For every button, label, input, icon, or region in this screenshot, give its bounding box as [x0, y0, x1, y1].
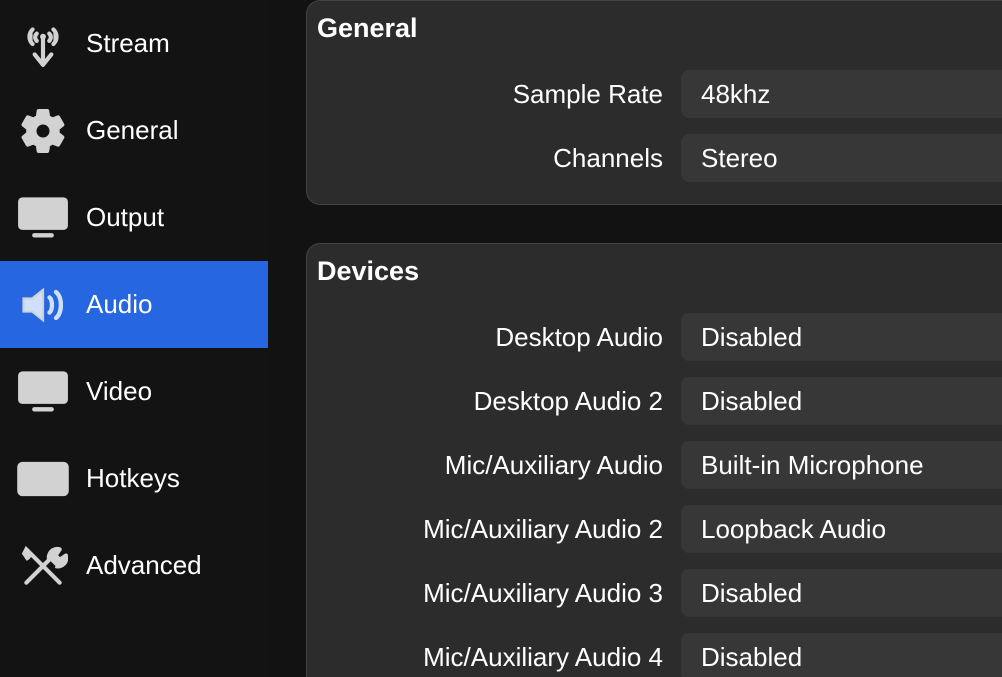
field-label-desktop-audio-2: Desktop Audio 2: [307, 386, 681, 417]
field-row: Mic/Auxiliary Audio 3 Disabled: [307, 561, 1002, 625]
field-row: Mic/Auxiliary Audio 4 Disabled: [307, 625, 1002, 677]
sidebar-item-label: Audio: [86, 289, 153, 320]
sidebar-item-advanced[interactable]: Advanced: [0, 522, 268, 609]
field-label-mic-aux-audio-3: Mic/Auxiliary Audio 3: [307, 578, 681, 609]
main-panel: General Sample Rate 48khz Channels Stere…: [268, 0, 1002, 677]
section-general: General Sample Rate 48khz Channels Stere…: [306, 0, 1002, 205]
section-devices: Devices Desktop Audio Disabled Desktop A…: [306, 243, 1002, 677]
sidebar-item-general[interactable]: General: [0, 87, 268, 174]
sidebar-item-label: Hotkeys: [86, 463, 180, 494]
field-row: Desktop Audio 2 Disabled: [307, 369, 1002, 433]
field-label-channels: Channels: [307, 143, 681, 174]
tools-icon: [8, 541, 78, 591]
audio-icon: [8, 282, 78, 328]
keyboard-icon: [8, 460, 78, 498]
sidebar-item-label: Video: [86, 376, 152, 407]
field-label-mic-aux-audio-2: Mic/Auxiliary Audio 2: [307, 514, 681, 545]
sidebar: Stream General Output A: [0, 0, 268, 677]
sample-rate-select[interactable]: 48khz: [681, 70, 1002, 118]
sidebar-item-audio[interactable]: Audio: [0, 261, 268, 348]
field-label-mic-aux-audio-4: Mic/Auxiliary Audio 4: [307, 642, 681, 673]
mic-aux-audio-3-select[interactable]: Disabled: [681, 569, 1002, 617]
sidebar-item-label: Output: [86, 202, 164, 233]
mic-aux-audio-2-select[interactable]: Loopback Audio: [681, 505, 1002, 553]
mic-aux-audio-4-select[interactable]: Disabled: [681, 633, 1002, 677]
sidebar-item-label: General: [86, 115, 179, 146]
desktop-audio-select[interactable]: Disabled: [681, 313, 1002, 361]
gear-icon: [8, 105, 78, 157]
sidebar-item-label: Stream: [86, 28, 170, 59]
section-title: Devices: [307, 252, 1002, 305]
section-title: General: [307, 9, 1002, 62]
output-icon: [8, 195, 78, 241]
stream-icon: [8, 19, 78, 69]
sidebar-item-video[interactable]: Video: [0, 348, 268, 435]
field-label-desktop-audio: Desktop Audio: [307, 322, 681, 353]
field-row: Mic/Auxiliary Audio 2 Loopback Audio: [307, 497, 1002, 561]
field-row: Desktop Audio Disabled: [307, 305, 1002, 369]
sidebar-item-output[interactable]: Output: [0, 174, 268, 261]
field-row: Sample Rate 48khz: [307, 62, 1002, 126]
sidebar-item-label: Advanced: [86, 550, 202, 581]
sidebar-item-hotkeys[interactable]: Hotkeys: [0, 435, 268, 522]
field-row: Mic/Auxiliary Audio Built-in Microphone: [307, 433, 1002, 497]
field-label-sample-rate: Sample Rate: [307, 79, 681, 110]
field-row: Channels Stereo: [307, 126, 1002, 190]
mic-aux-audio-select[interactable]: Built-in Microphone: [681, 441, 1002, 489]
sidebar-item-stream[interactable]: Stream: [0, 0, 268, 87]
desktop-audio-2-select[interactable]: Disabled: [681, 377, 1002, 425]
channels-select[interactable]: Stereo: [681, 134, 1002, 182]
field-label-mic-aux-audio: Mic/Auxiliary Audio: [307, 450, 681, 481]
video-icon: [8, 369, 78, 415]
